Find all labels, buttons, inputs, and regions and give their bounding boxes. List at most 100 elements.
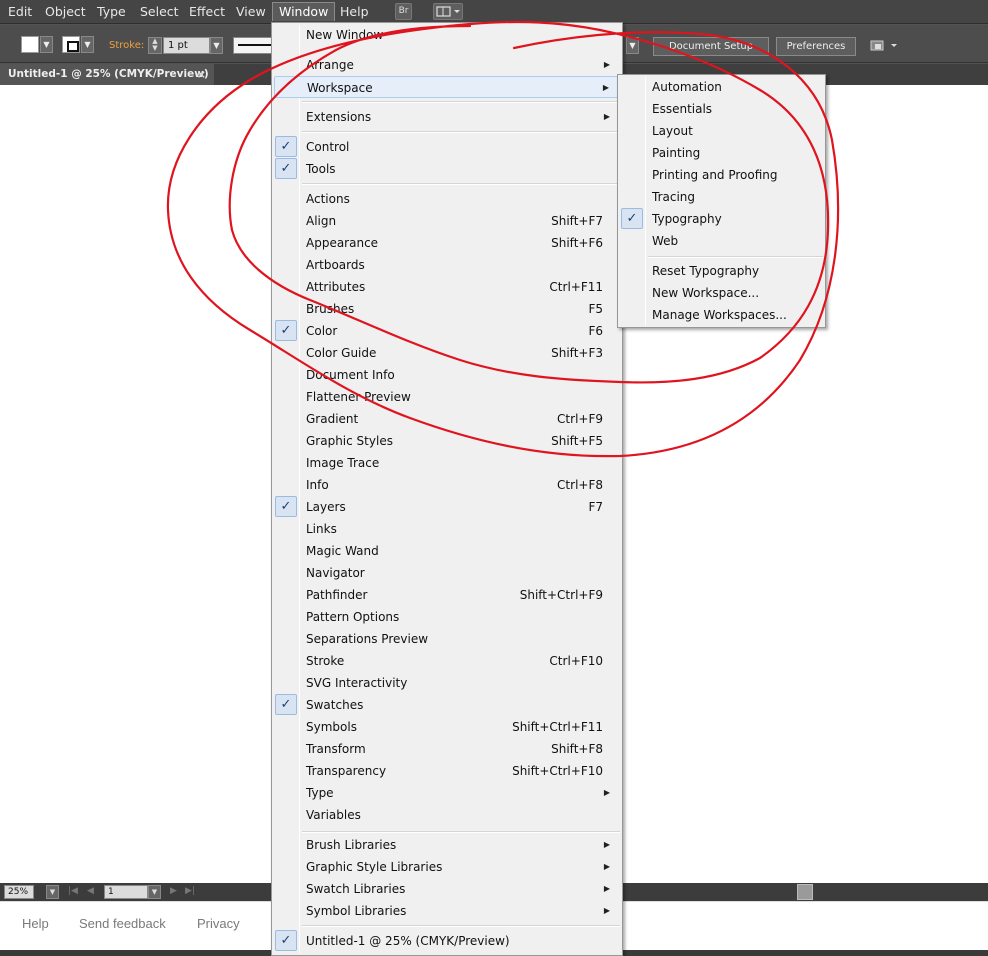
menu-item-tools[interactable]: ✓ Tools [274,158,620,180]
menu-item-workspace[interactable]: Workspace ▶ [274,76,620,98]
menu-separator [302,183,620,185]
menu-item-layers[interactable]: ✓ Layers F7 [274,496,620,518]
menu-item-links[interactable]: Links [274,518,620,540]
preferences-button[interactable]: Preferences [776,37,856,56]
menu-item-image-trace[interactable]: Image Trace [274,452,620,474]
menu-select[interactable]: Select [140,4,179,20]
menu-item-graphic-style-libraries[interactable]: Graphic Style Libraries ▶ [274,856,620,878]
menu-item-transform[interactable]: Transform Shift+F8 [274,738,620,760]
menu-window[interactable]: Window [272,2,336,21]
menu-item-stroke[interactable]: Stroke Ctrl+F10 [274,650,620,672]
menu-edit[interactable]: Edit [8,4,32,20]
check-icon: ✓ [275,158,297,179]
footer-link-privacy[interactable]: Privacy [197,916,240,931]
menu-item-swatches[interactable]: ✓ Swatches [274,694,620,716]
menu-item-control[interactable]: ✓ Control [274,136,620,158]
stroke-profile-preview[interactable] [233,37,274,54]
menu-item-graphic-styles[interactable]: Graphic Styles Shift+F5 [274,430,620,452]
artboard-number-field[interactable]: 1 [104,885,148,899]
workspace-item-essentials[interactable]: Essentials [620,98,823,120]
first-artboard-icon[interactable]: |◀ [68,886,78,896]
menu-item-gradient[interactable]: Gradient Ctrl+F9 [274,408,620,430]
stroke-color-dropdown-arrow-icon[interactable]: ▼ [81,36,94,53]
menu-item-attributes[interactable]: Attributes Ctrl+F11 [274,276,620,298]
menu-item-separations-preview[interactable]: Separations Preview [274,628,620,650]
menu-item-actions[interactable]: Actions [274,188,620,210]
menu-item-swatch-libraries[interactable]: Swatch Libraries ▶ [274,878,620,900]
menu-help[interactable]: Help [340,4,369,20]
check-icon: ✓ [275,136,297,157]
last-artboard-icon[interactable]: ▶| [185,886,195,896]
workspace-item-tracing[interactable]: Tracing [620,186,823,208]
menu-item-label: Stroke [306,654,345,668]
workspace-item-typography[interactable]: ✓ Typography [620,208,823,230]
stroke-weight-stepper[interactable]: ▲ ▼ [148,37,162,54]
document-tab[interactable]: Untitled-1 @ 25% (CMYK/Preview) × [0,64,214,85]
workspace-item-automation[interactable]: Automation [620,76,823,98]
menu-item-info[interactable]: Info Ctrl+F8 [274,474,620,496]
menu-item-pathfinder[interactable]: Pathfinder Shift+Ctrl+F9 [274,584,620,606]
workspace-item-web[interactable]: Web [620,230,823,252]
menu-item-new-workspace[interactable]: New Workspace... [620,282,823,304]
stroke-swatch[interactable] [62,36,80,53]
fill-dropdown-arrow-icon[interactable]: ▼ [40,36,53,53]
submenu-arrow-icon: ▶ [603,112,610,121]
menu-view[interactable]: View [236,4,266,20]
menu-item-flattener-preview[interactable]: Flattener Preview [274,386,620,408]
workspace-item-label: Web [652,234,679,248]
bridge-button[interactable]: Br [395,3,412,20]
menu-item-symbol-libraries[interactable]: Symbol Libraries ▶ [274,900,620,922]
menu-item-color[interactable]: ✓ Color F6 [274,320,620,342]
arrange-panel-icon[interactable] [869,38,903,54]
menu-item-symbols[interactable]: Symbols Shift+Ctrl+F11 [274,716,620,738]
menu-item-extensions[interactable]: Extensions ▶ [274,106,620,128]
horizontal-scrollbar-thumb[interactable] [797,884,813,900]
document-setup-button[interactable]: Document Setup [653,37,769,56]
menu-item-new-window[interactable]: New Window [274,24,620,46]
menu-item-pattern-options[interactable]: Pattern Options [274,606,620,628]
footer-link-send-feedback[interactable]: Send feedback [79,916,166,931]
menu-item-appearance[interactable]: Appearance Shift+F6 [274,232,620,254]
previous-artboard-icon[interactable]: ◀ [87,886,94,896]
menu-item-variables[interactable]: Variables [274,804,620,826]
menu-type[interactable]: Type [97,4,126,20]
menu-item-navigator[interactable]: Navigator [274,562,620,584]
menu-item-svg-interactivity[interactable]: SVG Interactivity [274,672,620,694]
menu-item-reset-typography[interactable]: Reset Typography [620,260,823,282]
menu-item-transparency[interactable]: Transparency Shift+Ctrl+F10 [274,760,620,782]
next-artboard-icon[interactable]: ▶ [170,886,177,896]
menu-item-document-info[interactable]: Document Info [274,364,620,386]
menu-item-label: Image Trace [306,456,380,470]
workspace-item-printing-and-proofing[interactable]: Printing and Proofing [620,164,823,186]
workspace-item-layout[interactable]: Layout [620,120,823,142]
stroke-weight-dropdown-arrow-icon[interactable]: ▼ [210,37,223,54]
menu-separator [648,256,823,258]
menu-item-shortcut: F6 [588,324,603,338]
menu-item-brushes[interactable]: Brushes F5 [274,298,620,320]
menu-item-align[interactable]: Align Shift+F7 [274,210,620,232]
menu-item-brush-libraries[interactable]: Brush Libraries ▶ [274,834,620,856]
menu-item-manage-workspaces[interactable]: Manage Workspaces... [620,304,823,326]
arrange-documents-icon[interactable] [433,3,463,20]
style-dropdown-arrow-icon[interactable]: ▼ [626,37,639,54]
workspace-item-label: Painting [652,146,701,160]
fill-swatch[interactable] [21,36,39,53]
menu-item-label: Swatches [306,698,364,712]
menu-object[interactable]: Object [45,4,86,20]
artboard-dropdown-arrow-icon[interactable]: ▼ [148,885,161,899]
zoom-dropdown-arrow-icon[interactable]: ▼ [46,885,59,899]
menu-item-arrange[interactable]: Arrange ▶ [274,54,620,76]
menu-item-label: Pattern Options [306,610,400,624]
stroke-weight-field[interactable]: 1 pt [163,37,210,54]
menu-item-color-guide[interactable]: Color Guide Shift+F3 [274,342,620,364]
menu-item-artboards[interactable]: Artboards [274,254,620,276]
menu-item-magic-wand[interactable]: Magic Wand [274,540,620,562]
menu-effect[interactable]: Effect [189,4,225,20]
workspace-item-painting[interactable]: Painting [620,142,823,164]
menu-item-open-document[interactable]: ✓ Untitled-1 @ 25% (CMYK/Preview) [274,930,620,952]
footer-link-help[interactable]: Help [22,916,49,931]
menu-item-type[interactable]: Type ▶ [274,782,620,804]
close-icon[interactable]: × [197,64,206,85]
zoom-field[interactable]: 25% [4,885,34,899]
menu-item-shortcut: Ctrl+F11 [549,280,603,294]
